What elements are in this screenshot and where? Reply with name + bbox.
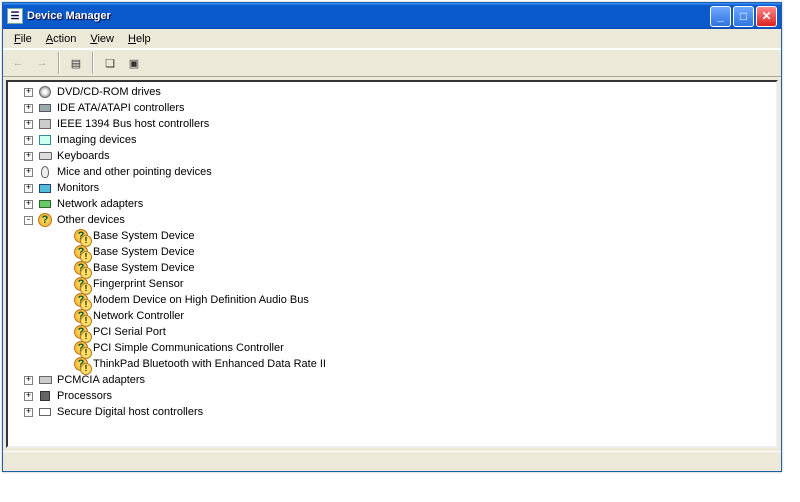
device-tree[interactable]: + DVD/CD-ROM drives + IDE ATA/ATAPI control… <box>8 82 776 446</box>
tree-label: Other devices <box>57 214 125 226</box>
forward-button: → <box>31 52 53 74</box>
expand-icon[interactable]: + <box>24 376 33 385</box>
tree-label: Base System Device <box>93 230 194 242</box>
tree-node[interactable]: + DVD/CD-ROM drives <box>8 84 776 100</box>
toolbar-separator <box>58 52 60 74</box>
tree-child-node[interactable]: ThinkPad Bluetooth with Enhanced Data Ra… <box>8 356 776 372</box>
unknown-device-icon <box>73 308 89 324</box>
window-title: Device Manager <box>27 10 708 22</box>
titlebar[interactable]: ☰ Device Manager _ □ ✕ <box>3 3 781 29</box>
tree-label: DVD/CD-ROM drives <box>57 86 161 98</box>
scan-hardware-button[interactable]: ▣ <box>123 52 145 74</box>
maximize-button[interactable]: □ <box>733 6 754 27</box>
device-category-icon <box>37 180 53 196</box>
tree-child-node[interactable]: Base System Device <box>8 244 776 260</box>
device-category-icon <box>37 388 53 404</box>
tree-label: Mice and other pointing devices <box>57 166 212 178</box>
tree-label: Processors <box>57 390 112 402</box>
menubar: File Action View Help <box>3 29 781 49</box>
tree-child-node[interactable]: Modem Device on High Definition Audio Bu… <box>8 292 776 308</box>
tree-node[interactable]: + IEEE 1394 Bus host controllers <box>8 116 776 132</box>
expand-icon[interactable]: + <box>24 88 33 97</box>
tree-child-node[interactable]: Fingerprint Sensor <box>8 276 776 292</box>
device-category-icon <box>37 132 53 148</box>
tree-label: Base System Device <box>93 246 194 258</box>
tree-label: Modem Device on High Definition Audio Bu… <box>93 294 309 306</box>
expand-icon[interactable]: + <box>24 120 33 129</box>
tree-node[interactable]: + Network adapters <box>8 196 776 212</box>
statusbar <box>3 451 781 471</box>
tree-node[interactable]: + Monitors <box>8 180 776 196</box>
device-manager-window: ☰ Device Manager _ □ ✕ File Action View … <box>2 2 782 472</box>
unknown-device-icon <box>73 260 89 276</box>
toolbar: ← → ▤ ❏ ▣ <box>3 49 781 77</box>
menu-help[interactable]: Help <box>121 32 158 46</box>
expand-icon[interactable]: + <box>24 152 33 161</box>
device-category-icon <box>37 100 53 116</box>
tree-child-node[interactable]: Base System Device <box>8 260 776 276</box>
unknown-device-icon <box>73 228 89 244</box>
toolbar-separator <box>92 52 94 74</box>
unknown-device-icon <box>73 340 89 356</box>
expand-icon[interactable]: + <box>24 136 33 145</box>
tree-label: Secure Digital host controllers <box>57 406 203 418</box>
tree-child-node[interactable]: Base System Device <box>8 228 776 244</box>
tree-child-node[interactable]: PCI Serial Port <box>8 324 776 340</box>
device-category-icon <box>37 164 53 180</box>
collapse-icon[interactable]: - <box>24 216 33 225</box>
tree-node[interactable]: + Processors <box>8 388 776 404</box>
client-area: + DVD/CD-ROM drives + IDE ATA/ATAPI control… <box>3 77 781 451</box>
tree-node-other-devices[interactable]: - Other devices <box>8 212 776 228</box>
tree-panel: + DVD/CD-ROM drives + IDE ATA/ATAPI control… <box>6 80 778 448</box>
unknown-device-icon <box>73 244 89 260</box>
show-hide-tree-button[interactable]: ▤ <box>65 52 87 74</box>
tree-label: PCMCIA adapters <box>57 374 145 386</box>
expand-icon[interactable]: + <box>24 168 33 177</box>
tree-label: Fingerprint Sensor <box>93 278 184 290</box>
tree-node[interactable]: + Keyboards <box>8 148 776 164</box>
expand-icon[interactable]: + <box>24 408 33 417</box>
tree-label: Network adapters <box>57 198 143 210</box>
back-button: ← <box>7 52 29 74</box>
minimize-button[interactable]: _ <box>710 6 731 27</box>
tree-label: IEEE 1394 Bus host controllers <box>57 118 209 130</box>
device-category-icon <box>37 116 53 132</box>
unknown-device-icon <box>73 292 89 308</box>
unknown-device-icon <box>73 276 89 292</box>
expand-icon[interactable]: + <box>24 104 33 113</box>
menu-view[interactable]: View <box>83 32 121 46</box>
tree-node[interactable]: + Secure Digital host controllers <box>8 404 776 420</box>
device-category-icon <box>37 196 53 212</box>
properties-button[interactable]: ❏ <box>99 52 121 74</box>
expand-icon[interactable]: + <box>24 200 33 209</box>
unknown-device-icon <box>73 356 89 372</box>
tree-label: ThinkPad Bluetooth with Enhanced Data Ra… <box>93 358 326 370</box>
unknown-device-icon <box>73 324 89 340</box>
tree-node[interactable]: + PCMCIA adapters <box>8 372 776 388</box>
expand-icon[interactable]: + <box>24 184 33 193</box>
tree-node[interactable]: + IDE ATA/ATAPI controllers <box>8 100 776 116</box>
close-button[interactable]: ✕ <box>756 6 777 27</box>
device-category-icon <box>37 148 53 164</box>
tree-label: IDE ATA/ATAPI controllers <box>57 102 185 114</box>
tree-label: Keyboards <box>57 150 110 162</box>
device-category-icon <box>37 84 53 100</box>
tree-label: Base System Device <box>93 262 194 274</box>
app-icon: ☰ <box>7 8 23 24</box>
tree-label: Imaging devices <box>57 134 137 146</box>
device-category-icon <box>37 404 53 420</box>
tree-label: Network Controller <box>93 310 184 322</box>
tree-child-node[interactable]: Network Controller <box>8 308 776 324</box>
tree-node[interactable]: + Mice and other pointing devices <box>8 164 776 180</box>
expand-icon[interactable]: + <box>24 392 33 401</box>
tree-node[interactable]: + Imaging devices <box>8 132 776 148</box>
menu-file[interactable]: File <box>7 32 39 46</box>
tree-label: Monitors <box>57 182 99 194</box>
device-category-icon <box>37 372 53 388</box>
tree-label: PCI Simple Communications Controller <box>93 342 284 354</box>
unknown-device-icon <box>37 212 53 228</box>
menu-action[interactable]: Action <box>39 32 84 46</box>
tree-child-node[interactable]: PCI Simple Communications Controller <box>8 340 776 356</box>
tree-label: PCI Serial Port <box>93 326 166 338</box>
